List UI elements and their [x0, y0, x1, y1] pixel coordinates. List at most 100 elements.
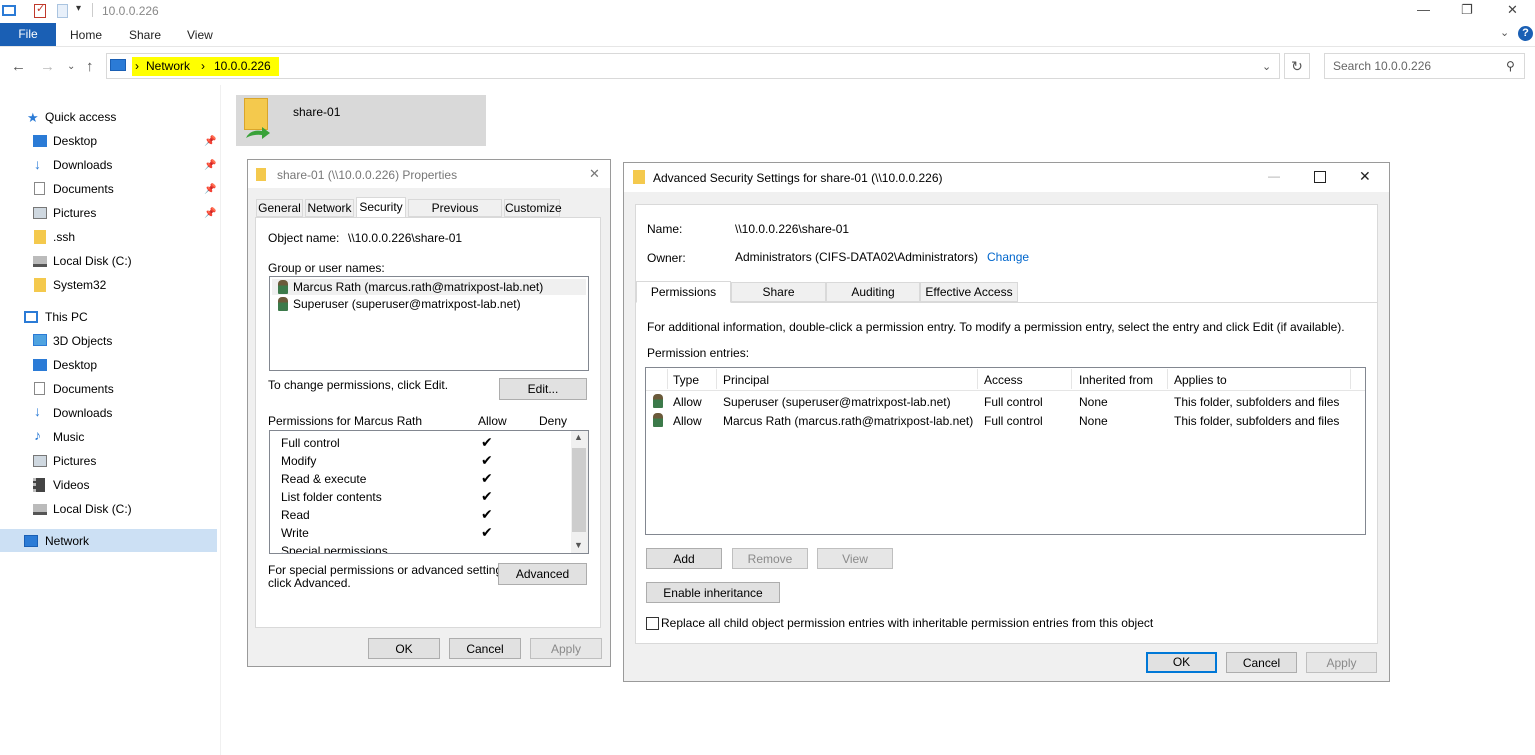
column-divider[interactable] [667, 369, 668, 389]
scroll-down-icon[interactable]: ▼ [574, 540, 583, 550]
nav-pc-downloads[interactable]: Downloads [53, 402, 112, 424]
column-header-inherited[interactable]: Inherited from [1079, 373, 1153, 387]
table-cell-principal[interactable]: Marcus Rath (marcus.rath@matrixpost-lab.… [723, 414, 973, 428]
address-bar[interactable] [106, 53, 1280, 79]
table-cell-inherited[interactable]: None [1079, 395, 1108, 409]
nav-pc-3d-objects[interactable]: 3D Objects [53, 330, 112, 352]
pin-icon[interactable]: 📌 [204, 160, 216, 171]
pin-icon[interactable]: 📌 [204, 208, 216, 219]
column-divider[interactable] [1350, 369, 1351, 389]
breadcrumb-host[interactable]: 10.0.0.226 [214, 59, 271, 73]
ok-button[interactable]: OK [1146, 652, 1217, 673]
breadcrumb-network[interactable]: Network [146, 59, 190, 73]
close-icon[interactable]: ✕ [1359, 168, 1371, 185]
tab-permissions[interactable]: Permissions [636, 281, 731, 303]
column-divider[interactable] [1071, 369, 1072, 389]
tab-security[interactable]: Security [356, 197, 406, 218]
breadcrumb-chevron-icon[interactable]: › [201, 59, 205, 73]
nav-pc-documents[interactable]: Documents [53, 378, 114, 400]
forward-icon[interactable]: → [40, 58, 55, 75]
scrollbar-thumb[interactable] [572, 448, 586, 532]
recent-dropdown-icon[interactable]: ⌄ [67, 61, 75, 72]
column-divider[interactable] [1167, 369, 1168, 389]
nav-pc-desktop[interactable]: Desktop [53, 354, 97, 376]
enable-inheritance-button[interactable]: Enable inheritance [646, 582, 780, 603]
pin-icon[interactable]: 📌 [204, 136, 216, 147]
table-cell-access[interactable]: Full control [984, 395, 1043, 409]
list-item[interactable]: Superuser (superuser@matrixpost-lab.net) [293, 297, 521, 311]
customize-dropdown-icon[interactable]: ▾ [76, 3, 90, 17]
tab-network[interactable]: Network [305, 199, 354, 217]
advanced-button[interactable]: Advanced [498, 563, 587, 585]
column-header-applies-to[interactable]: Applies to [1174, 373, 1227, 387]
change-owner-link[interactable]: Change [987, 250, 1029, 264]
address-dropdown-icon[interactable]: ⌄ [1262, 60, 1271, 73]
close-icon[interactable]: ✕ [1507, 2, 1518, 18]
nav-quick-system32[interactable]: System32 [53, 274, 106, 296]
column-header-access[interactable]: Access [984, 373, 1023, 387]
column-header-type[interactable]: Type [673, 373, 699, 387]
help-icon[interactable]: ? [1518, 26, 1533, 41]
table-cell-applies-to[interactable]: This folder, subfolders and files [1174, 395, 1339, 409]
list-item[interactable]: Marcus Rath (marcus.rath@matrixpost-lab.… [293, 280, 543, 294]
minimize-icon[interactable]: — [1417, 2, 1430, 17]
pin-icon[interactable]: 📌 [204, 184, 216, 195]
cancel-button[interactable]: Cancel [449, 638, 521, 659]
nav-pc-local-disk[interactable]: Local Disk (C:) [53, 498, 132, 520]
folder-item-selected[interactable] [236, 95, 486, 146]
table-cell-principal[interactable]: Superuser (superuser@matrixpost-lab.net) [723, 395, 951, 409]
nav-this-pc[interactable]: This PC [45, 306, 88, 328]
back-icon[interactable]: ← [11, 58, 26, 75]
nav-quick-desktop[interactable]: Desktop [53, 130, 97, 152]
ok-button[interactable]: OK [368, 638, 440, 659]
scroll-up-icon[interactable]: ▲ [574, 432, 583, 442]
tab-auditing[interactable]: Auditing [826, 282, 920, 302]
view-button[interactable]: View [817, 548, 893, 569]
tab-view[interactable]: View [187, 28, 213, 42]
nav-quick-pictures[interactable]: Pictures [53, 202, 96, 224]
file-tab[interactable]: File [0, 23, 56, 46]
column-divider[interactable] [977, 369, 978, 389]
tab-share[interactable]: Share [731, 282, 826, 302]
replace-checkbox[interactable] [646, 617, 659, 630]
tab-home[interactable]: Home [70, 28, 102, 42]
apply-button[interactable]: Apply [1306, 652, 1377, 673]
properties-icon[interactable]: ✓ [34, 3, 46, 18]
new-folder-icon[interactable] [57, 4, 68, 18]
edit-button[interactable]: Edit... [499, 378, 587, 400]
tab-effective-access[interactable]: Effective Access [920, 282, 1018, 302]
table-cell-type[interactable]: Allow [673, 395, 702, 409]
table-cell-type[interactable]: Allow [673, 414, 702, 428]
add-button[interactable]: Add [646, 548, 722, 569]
cancel-button[interactable]: Cancel [1226, 652, 1297, 673]
nav-pc-videos[interactable]: Videos [53, 474, 89, 496]
apply-button[interactable]: Apply [530, 638, 602, 659]
nav-quick-ssh[interactable]: .ssh [53, 226, 75, 248]
nav-quick-local-disk[interactable]: Local Disk (C:) [53, 250, 132, 272]
refresh-button[interactable]: ↻ [1284, 53, 1310, 79]
restore-icon[interactable]: ❐ [1461, 2, 1473, 18]
maximize-icon[interactable] [1314, 171, 1326, 183]
replace-checkbox-label[interactable]: Replace all child object permission entr… [661, 616, 1153, 630]
permission-entries-table[interactable] [645, 367, 1366, 535]
close-icon[interactable]: ✕ [589, 166, 600, 182]
column-header-principal[interactable]: Principal [723, 373, 769, 387]
table-cell-applies-to[interactable]: This folder, subfolders and files [1174, 414, 1339, 428]
nav-network[interactable]: Network [45, 530, 89, 552]
nav-pc-pictures[interactable]: Pictures [53, 450, 96, 472]
tab-previous-versions[interactable]: Previous Versions [408, 199, 502, 231]
up-icon[interactable]: ↑ [86, 58, 94, 75]
breadcrumb-chevron-icon[interactable]: › [135, 59, 139, 73]
nav-quick-downloads[interactable]: Downloads [53, 154, 112, 176]
nav-pane-divider[interactable] [220, 85, 221, 755]
folder-item-label[interactable]: share-01 [293, 105, 340, 119]
nav-pc-music[interactable]: Music [53, 426, 84, 448]
tab-general[interactable]: General [256, 199, 303, 217]
remove-button[interactable]: Remove [732, 548, 808, 569]
nav-quick-access[interactable]: Quick access [45, 106, 116, 128]
minimize-icon[interactable]: — [1268, 169, 1280, 183]
expand-ribbon-icon[interactable]: ⌄ [1500, 26, 1509, 39]
column-divider[interactable] [716, 369, 717, 389]
tab-customize[interactable]: Customize [504, 199, 562, 217]
table-cell-access[interactable]: Full control [984, 414, 1043, 428]
